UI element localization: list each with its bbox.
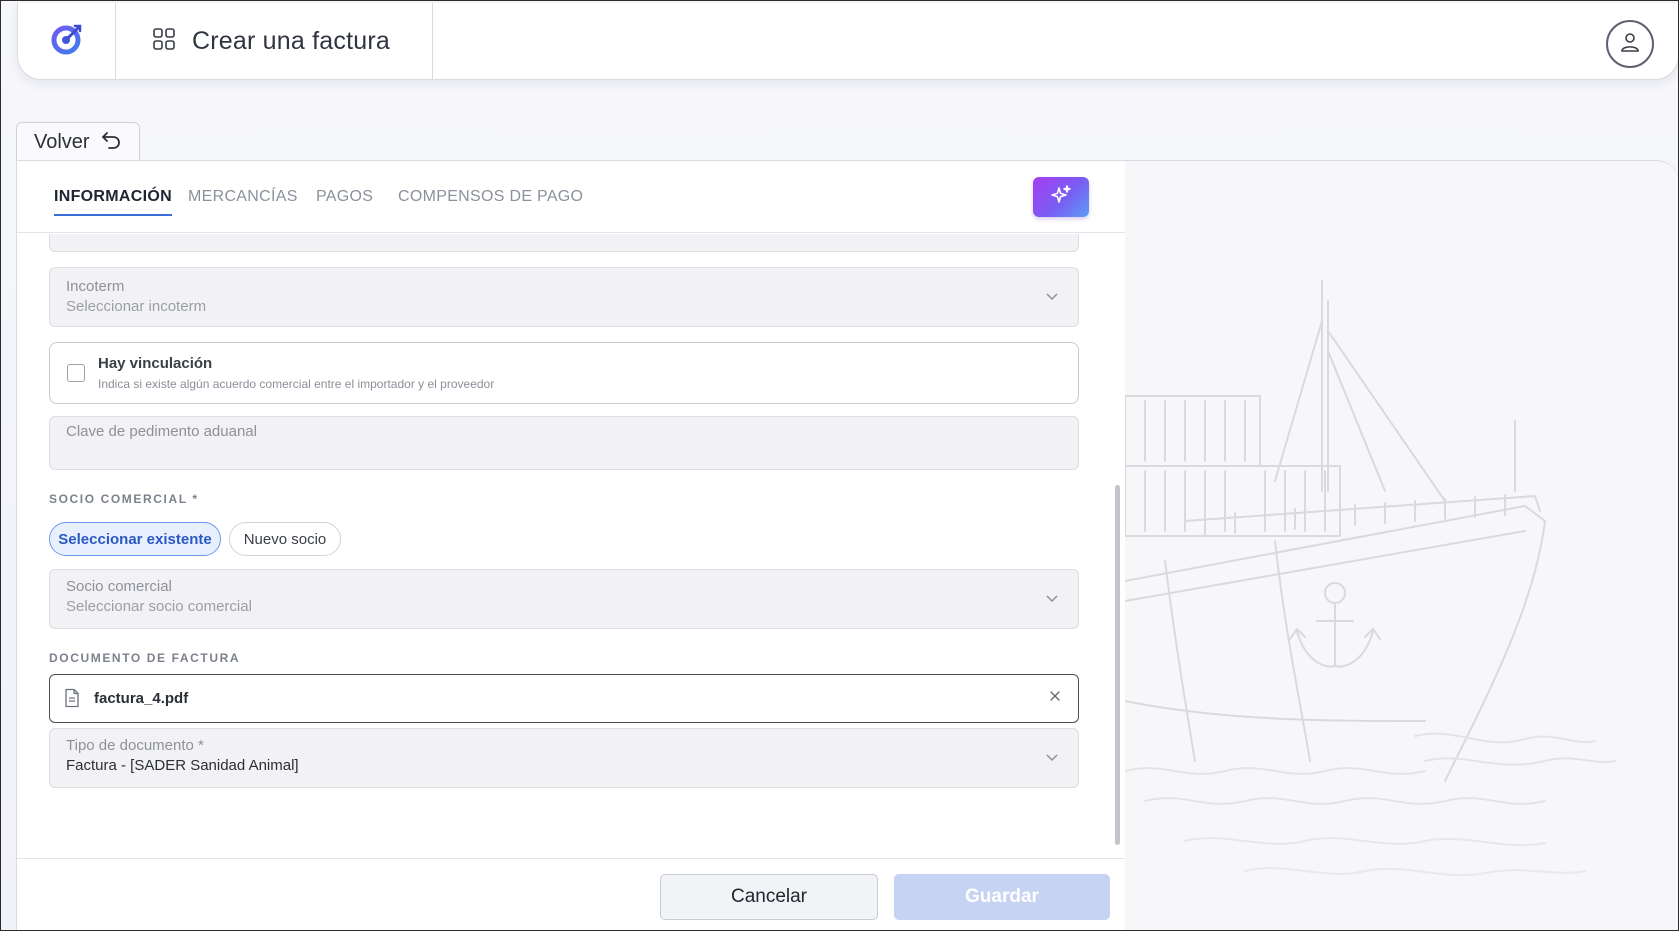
select-existing-button[interactable]: Seleccionar existente — [49, 522, 221, 556]
ship-illustration — [1125, 280, 1616, 877]
tab-compensos-de-pago[interactable]: COMPENSOS DE PAGO — [398, 188, 583, 206]
socio-comercial-select[interactable]: Socio comercial Seleccionar socio comerc… — [49, 569, 1079, 629]
incoterm-select[interactable]: Incoterm Seleccionar incoterm — [49, 267, 1079, 327]
user-avatar-button[interactable] — [1606, 20, 1654, 68]
invoice-file-field[interactable]: factura_4.pdf — [49, 674, 1079, 723]
socio-comercial-label: Socio comercial — [66, 578, 172, 595]
app-window: Crear una factura Volver INFORMACIÓN MER… — [0, 0, 1679, 931]
undo-arrow-icon — [100, 130, 122, 156]
incoterm-placeholder: Seleccionar incoterm — [66, 298, 207, 315]
incoterm-label: Incoterm — [66, 278, 125, 295]
socio-comercial-placeholder: Seleccionar socio comercial — [66, 598, 252, 615]
form-footer: Cancelar Guardar — [17, 858, 1127, 930]
chevron-down-icon — [1044, 590, 1060, 611]
socio-section-label: SOCIO COMERCIAL * — [49, 492, 199, 506]
page-title: Crear una factura — [192, 27, 390, 55]
user-icon — [1619, 31, 1641, 58]
title-area: Crear una factura — [116, 3, 433, 80]
chevron-down-icon — [1044, 288, 1060, 309]
tipo-documento-value: Factura - [SADER Sanidad Animal] — [66, 757, 299, 774]
vinculacion-card[interactable]: Hay vinculación Indica si existe algún a… — [49, 342, 1079, 404]
tipo-documento-select[interactable]: Tipo de documento * Factura - [SADER San… — [49, 728, 1079, 788]
tipo-documento-label: Tipo de documento * — [66, 737, 204, 754]
sparkles-icon — [1050, 184, 1072, 211]
clave-pedimento-label: Clave de pedimento aduanal — [66, 423, 257, 440]
form-scrollbar[interactable] — [1114, 235, 1120, 857]
back-label: Volver — [34, 131, 90, 153]
clave-pedimento-field[interactable]: Clave de pedimento aduanal — [49, 416, 1079, 470]
tab-pagos[interactable]: PAGOS — [316, 188, 373, 206]
invoice-form-card: INFORMACIÓN MERCANCÍAS PAGOS COMPENSOS D… — [16, 160, 1127, 930]
tab-mercancias[interactable]: MERCANCÍAS — [188, 188, 298, 206]
app-logo-icon — [50, 22, 84, 61]
vinculacion-description: Indica si existe algún acuerdo comercial… — [98, 377, 495, 391]
previous-field[interactable] — [49, 234, 1079, 252]
form-scroll-area[interactable]: Incoterm Seleccionar incoterm Hay vincul… — [17, 234, 1127, 858]
remove-file-icon[interactable] — [1048, 689, 1062, 708]
file-icon — [64, 688, 80, 713]
documento-section-label: DOCUMENTO DE FACTURA — [49, 651, 241, 665]
ai-assist-button[interactable] — [1033, 177, 1089, 217]
cancel-button[interactable]: Cancelar — [660, 874, 878, 920]
vinculacion-title: Hay vinculación — [98, 355, 213, 372]
grid-icon[interactable] — [152, 27, 176, 56]
tab-informacion[interactable]: INFORMACIÓN — [54, 188, 172, 216]
scrollbar-thumb[interactable] — [1115, 485, 1120, 845]
file-name: factura_4.pdf — [94, 690, 189, 707]
vinculacion-checkbox[interactable] — [67, 364, 85, 382]
top-bar: Crear una factura — [17, 3, 1678, 80]
save-button[interactable]: Guardar — [894, 874, 1110, 920]
chevron-down-icon — [1044, 749, 1060, 770]
back-button[interactable]: Volver — [16, 122, 140, 162]
ship-illustration-panel — [1125, 160, 1678, 930]
new-partner-button[interactable]: Nuevo socio — [229, 522, 341, 556]
logo-area[interactable] — [18, 3, 116, 80]
tab-bar: INFORMACIÓN MERCANCÍAS PAGOS COMPENSOS D… — [17, 161, 1127, 233]
